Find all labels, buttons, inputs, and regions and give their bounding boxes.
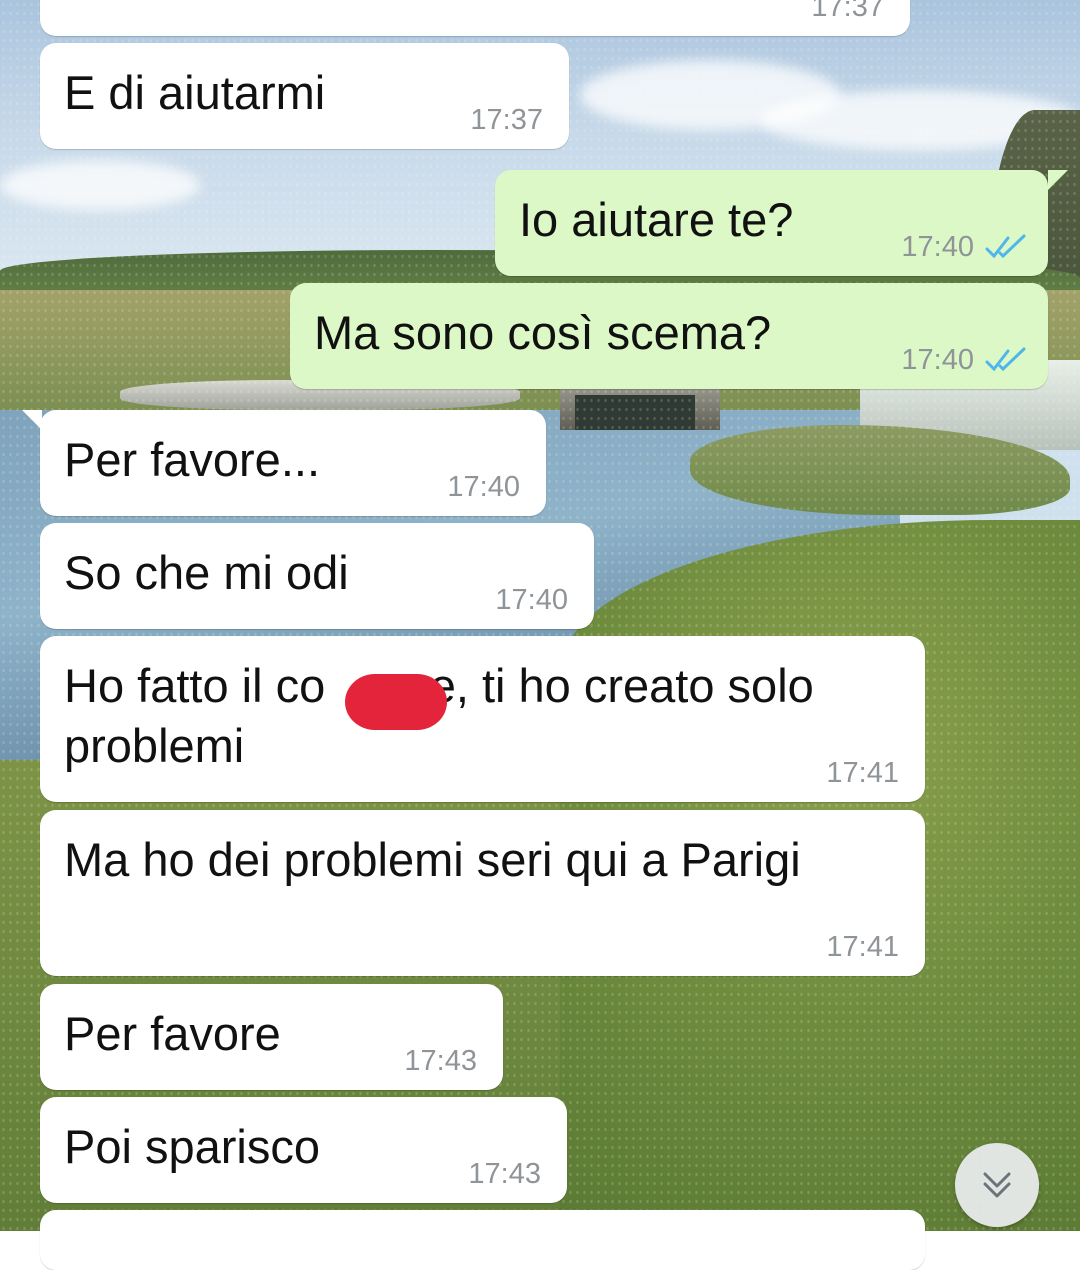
message-bubble-incoming[interactable]: So che mi odi 17:40 bbox=[40, 523, 594, 629]
message-meta: 17:43 bbox=[404, 1044, 477, 1078]
message-time: 17:43 bbox=[404, 1045, 477, 1077]
message-bubble-incoming[interactable]: Per favore... 17:40 bbox=[22, 410, 546, 516]
double-check-read-icon bbox=[985, 234, 1026, 259]
message-time: 17:40 bbox=[901, 231, 974, 263]
message-meta: 17:40 bbox=[901, 230, 1028, 264]
message-bubble-incoming[interactable]: Per favore 17:43 bbox=[40, 984, 503, 1090]
message-text: Ma ho dei problemi seri qui a Parigi bbox=[64, 833, 801, 886]
message-bubble-incoming[interactable]: Ho fatto il co ne, ti ho creato solo pro… bbox=[40, 636, 925, 802]
message-time: 17:40 bbox=[495, 584, 568, 616]
bubble-tail bbox=[22, 410, 42, 430]
message-bubble-incoming[interactable]: E di aiutarmi 17:37 bbox=[40, 43, 569, 149]
message-meta: 17:43 bbox=[468, 1157, 541, 1191]
message-text: So che mi odi bbox=[64, 546, 349, 599]
message-time: 17:40 bbox=[901, 344, 974, 376]
message-bubble-incoming[interactable]: Ma ho dei problemi seri qui a Parigi 17:… bbox=[40, 810, 925, 976]
message-meta: 17:40 bbox=[495, 583, 568, 617]
message-bubble-incoming[interactable]: 17:37 bbox=[40, 0, 910, 36]
scroll-to-bottom-button[interactable] bbox=[955, 1143, 1039, 1227]
bubble-tail bbox=[1048, 170, 1068, 190]
message-bubble-outgoing[interactable]: Io aiutare te? 17:40 bbox=[495, 170, 1068, 276]
message-meta: 17:41 bbox=[826, 756, 899, 790]
message-meta: 17:41 bbox=[826, 930, 899, 964]
message-text: Ho fatto il co ne, ti ho creato solo pro… bbox=[64, 659, 814, 772]
message-bubble-incoming[interactable] bbox=[40, 1210, 925, 1270]
message-bubble-incoming[interactable]: Poi sparisco 17:43 bbox=[40, 1097, 567, 1203]
message-time: 17:41 bbox=[826, 931, 899, 963]
message-time: 17:43 bbox=[468, 1158, 541, 1190]
message-meta: 17:37 bbox=[811, 0, 884, 24]
message-time: 17:41 bbox=[826, 757, 899, 789]
message-meta: 17:40 bbox=[901, 343, 1028, 377]
message-meta: 17:40 bbox=[447, 470, 520, 504]
message-time: 17:40 bbox=[447, 471, 520, 503]
message-bubble-outgoing[interactable]: Ma sono così scema? 17:40 bbox=[290, 283, 1048, 389]
double-check-read-icon bbox=[985, 347, 1026, 372]
message-time: 17:37 bbox=[470, 104, 543, 136]
message-meta: 17:37 bbox=[470, 103, 543, 137]
double-chevron-down-icon bbox=[983, 1172, 1011, 1198]
message-time: 17:37 bbox=[811, 0, 884, 23]
redaction-mark bbox=[345, 674, 447, 730]
